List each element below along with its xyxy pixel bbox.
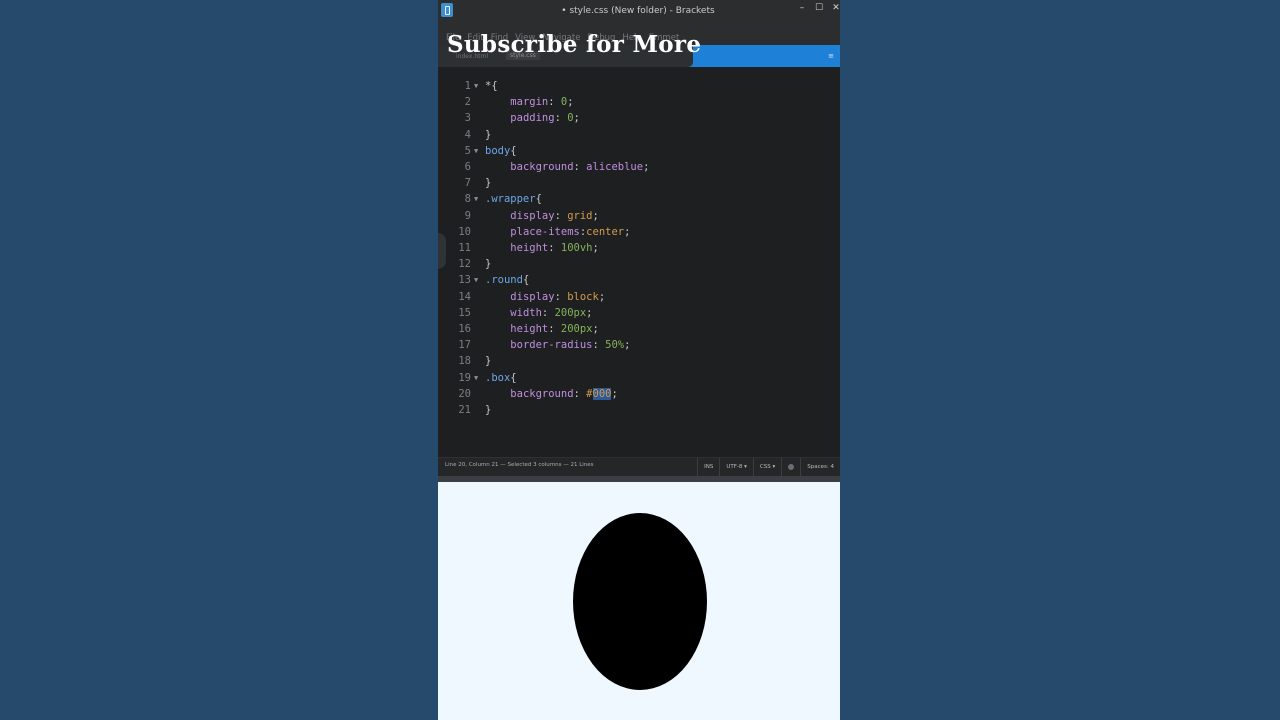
code-text: } xyxy=(485,355,492,368)
line-number: 9 xyxy=(464,209,471,222)
indent-spaces-select[interactable]: Spaces: 4 xyxy=(800,458,840,476)
code-line[interactable]: 4} xyxy=(438,127,840,143)
brackets-app-icon xyxy=(441,3,453,17)
live-preview xyxy=(438,482,840,720)
code-text: display: block; xyxy=(510,290,606,303)
subscribe-overlay-text: Subscribe for More xyxy=(447,31,702,58)
code-line[interactable]: 12} xyxy=(438,256,840,272)
line-number: 10 xyxy=(458,225,471,238)
code-text: *{ xyxy=(485,80,498,92)
linter-dot-icon xyxy=(788,463,795,470)
fold-toggle-icon[interactable]: ▼ xyxy=(474,191,482,207)
window-title: • style.css (New folder) - Brackets xyxy=(561,6,715,16)
line-number: 12 xyxy=(458,258,471,271)
line-number: 11 xyxy=(458,242,471,254)
title-bar: • style.css (New folder) - Brackets – ☐ … xyxy=(438,0,840,25)
code-text: margin: 0; xyxy=(510,96,574,109)
status-right-group: INS UTF-8 ▾ CSS ▾ Spaces: 4 xyxy=(697,458,840,476)
line-number: 13 xyxy=(458,274,471,287)
linter-status[interactable] xyxy=(781,458,800,476)
maximize-button[interactable]: ☐ xyxy=(812,2,826,14)
code-text: .wrapper{ xyxy=(485,193,542,206)
line-number: 17 xyxy=(458,339,471,352)
code-text: width: 200px; xyxy=(510,306,593,319)
code-line[interactable]: 21} xyxy=(438,402,840,418)
line-number: 16 xyxy=(458,323,471,335)
code-line[interactable]: 6 background: aliceblue; xyxy=(438,159,840,175)
code-line[interactable]: 8 ▼ .wrapper{ xyxy=(438,191,840,207)
code-line[interactable]: 16 height: 200px; xyxy=(438,321,840,337)
line-number: 3 xyxy=(464,112,471,125)
line-number: 21 xyxy=(458,404,471,416)
code-line[interactable]: 3 padding: 0; xyxy=(438,110,840,126)
code-text: height: 100vh; xyxy=(510,242,599,254)
line-number: 19 xyxy=(458,371,471,384)
code-text: } xyxy=(485,258,492,271)
line-number: 2 xyxy=(464,96,471,109)
line-number: 4 xyxy=(464,128,471,141)
language-select[interactable]: CSS ▾ xyxy=(752,458,781,476)
fold-toggle-icon[interactable]: ▼ xyxy=(474,143,482,159)
minimize-button[interactable]: – xyxy=(795,2,809,14)
code-text: border-radius: 50%; xyxy=(510,339,631,352)
code-line[interactable]: 19 ▼ .box{ xyxy=(438,370,840,386)
line-number: 14 xyxy=(458,290,471,303)
code-line[interactable]: 9 display: grid; xyxy=(438,208,840,224)
line-number: 6 xyxy=(464,161,471,173)
code-line[interactable]: 11 height: 100vh; xyxy=(438,240,840,256)
code-line[interactable]: 14 display: block; xyxy=(438,289,840,305)
code-line[interactable]: 5 ▼ body{ xyxy=(438,143,840,159)
code-line[interactable]: 10 place-items:center; xyxy=(438,224,840,240)
line-number: 5 xyxy=(464,144,471,157)
code-text: place-items:center; xyxy=(510,225,631,238)
line-number: 8 xyxy=(464,193,471,206)
fold-toggle-icon[interactable]: ▼ xyxy=(474,272,482,288)
code-text: .box{ xyxy=(485,371,517,384)
line-number: 20 xyxy=(458,387,471,400)
code-editor[interactable]: 1 ▼ *{2 margin: 0; 3 padding: 0; 4} 5 ▼ body{6 … xyxy=(438,67,840,457)
cursor-position-status: Line 20, Column 21 — Selected 3 columns … xyxy=(445,462,594,468)
line-number: 7 xyxy=(464,177,471,190)
code-text: padding: 0; xyxy=(510,112,580,125)
line-number: 15 xyxy=(458,306,471,319)
insert-mode-indicator[interactable]: INS xyxy=(697,458,719,476)
round-black-box xyxy=(573,513,707,690)
code-line[interactable]: 7} xyxy=(438,175,840,191)
code-text: background: aliceblue; xyxy=(510,161,650,173)
code-text: } xyxy=(485,177,492,190)
encoding-select[interactable]: UTF-8 ▾ xyxy=(719,458,753,476)
code-line[interactable]: 15 width: 200px; xyxy=(438,305,840,321)
code-line[interactable]: 20 background: #000; xyxy=(438,386,840,402)
code-line[interactable]: 17 border-radius: 50%; xyxy=(438,337,840,353)
status-bar: Line 20, Column 21 — Selected 3 columns … xyxy=(438,457,840,476)
line-number: 1 xyxy=(464,80,471,92)
code-text: .round{ xyxy=(485,274,530,287)
code-line[interactable]: 13 ▼ .round{ xyxy=(438,272,840,288)
code-text: height: 200px; xyxy=(510,323,599,335)
code-text: display: grid; xyxy=(510,209,599,222)
brackets-window: • style.css (New folder) - Brackets – ☐ … xyxy=(438,0,840,720)
code-line[interactable]: 1 ▼ *{ xyxy=(438,78,840,94)
code-text: } xyxy=(485,128,492,141)
code-text: body{ xyxy=(485,144,517,157)
tab-menu-icon[interactable]: ≡ xyxy=(828,52,834,60)
fold-toggle-icon[interactable]: ▼ xyxy=(474,78,482,94)
line-number: 18 xyxy=(458,355,471,368)
code-line[interactable]: 2 margin: 0; xyxy=(438,94,840,110)
code-line[interactable]: 18} xyxy=(438,353,840,369)
fold-toggle-icon[interactable]: ▼ xyxy=(474,370,482,386)
code-text: background: #000; xyxy=(510,387,618,400)
code-text: } xyxy=(485,404,492,416)
close-button[interactable]: ✕ xyxy=(829,2,840,14)
